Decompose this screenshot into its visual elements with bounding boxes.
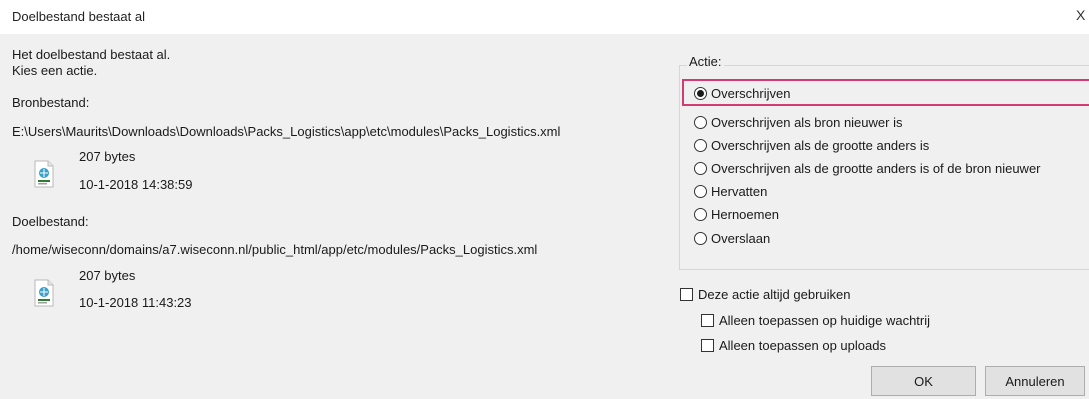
source-label: Bronbestand: [12, 95, 90, 110]
source-file-icon [34, 160, 54, 188]
radio-label: Overslaan [711, 230, 771, 246]
message-line-2: Kies een actie. [12, 63, 98, 78]
window-title: Doelbestand bestaat al [12, 9, 145, 24]
message-line-1: Het doelbestand bestaat al. [12, 47, 171, 62]
ok-button[interactable]: OK [871, 366, 976, 396]
always-use-action-checkbox-row[interactable]: Deze actie altijd gebruiken [680, 285, 850, 303]
source-path: E:\Users\Maurits\Downloads\Downloads\Pac… [12, 124, 561, 139]
always-use-action-label: Deze actie altijd gebruiken [698, 286, 851, 302]
source-size: 207 bytes [79, 149, 136, 164]
target-date: 10-1-2018 11:43:23 [79, 295, 192, 310]
apply-to-uploads-checkbox-row[interactable]: Alleen toepassen op uploads [701, 336, 886, 354]
title-bar: Doelbestand bestaat al X [0, 0, 1089, 34]
always-use-action-checkbox[interactable] [680, 287, 693, 301]
close-icon[interactable]: X [1076, 7, 1085, 23]
radio-button[interactable] [694, 231, 707, 245]
radio-option-overwrite-if-size-differs[interactable]: Overschrijven als de grootte anders is [694, 136, 929, 154]
radio-button[interactable] [694, 115, 707, 129]
cancel-button[interactable]: Annuleren [985, 366, 1085, 396]
radio-option-skip[interactable]: Overslaan [694, 229, 770, 247]
apply-to-queue-label: Alleen toepassen op huidige wachtrij [719, 312, 931, 328]
radio-option-overwrite-if-newer[interactable]: Overschrijven als bron nieuwer is [694, 113, 902, 131]
radio-option-resume[interactable]: Hervatten [694, 182, 767, 200]
target-file-icon [34, 279, 54, 307]
apply-to-uploads-label: Alleen toepassen op uploads [719, 337, 886, 353]
target-label: Doelbestand: [12, 214, 89, 229]
radio-option-overwrite[interactable]: Overschrijven [694, 84, 790, 102]
source-date: 10-1-2018 14:38:59 [79, 177, 193, 192]
radio-label: Overschrijven als de grootte anders is o… [711, 160, 1041, 176]
target-path: /home/wiseconn/domains/a7.wiseconn.nl/pu… [12, 242, 538, 257]
apply-to-queue-checkbox[interactable] [701, 313, 714, 327]
radio-label: Overschrijven als de grootte anders is [711, 137, 930, 153]
radio-button[interactable] [694, 138, 707, 152]
radio-label: Overschrijven als bron nieuwer is [711, 114, 903, 130]
radio-option-overwrite-if-size-differs-or-newer[interactable]: Overschrijven als de grootte anders is o… [694, 159, 1041, 177]
radio-option-rename[interactable]: Hernoemen [694, 205, 779, 223]
apply-to-queue-checkbox-row[interactable]: Alleen toepassen op huidige wachtrij [701, 311, 930, 329]
target-size: 207 bytes [79, 268, 136, 283]
radio-label: Hernoemen [711, 206, 779, 222]
radio-label: Hervatten [711, 183, 768, 199]
action-group-label: Actie: [687, 54, 724, 69]
radio-button[interactable] [694, 207, 707, 221]
radio-button[interactable] [694, 161, 707, 175]
radio-button[interactable] [694, 184, 707, 198]
apply-to-uploads-checkbox[interactable] [701, 338, 714, 352]
radio-button[interactable] [694, 86, 707, 100]
radio-label: Overschrijven [711, 85, 791, 101]
